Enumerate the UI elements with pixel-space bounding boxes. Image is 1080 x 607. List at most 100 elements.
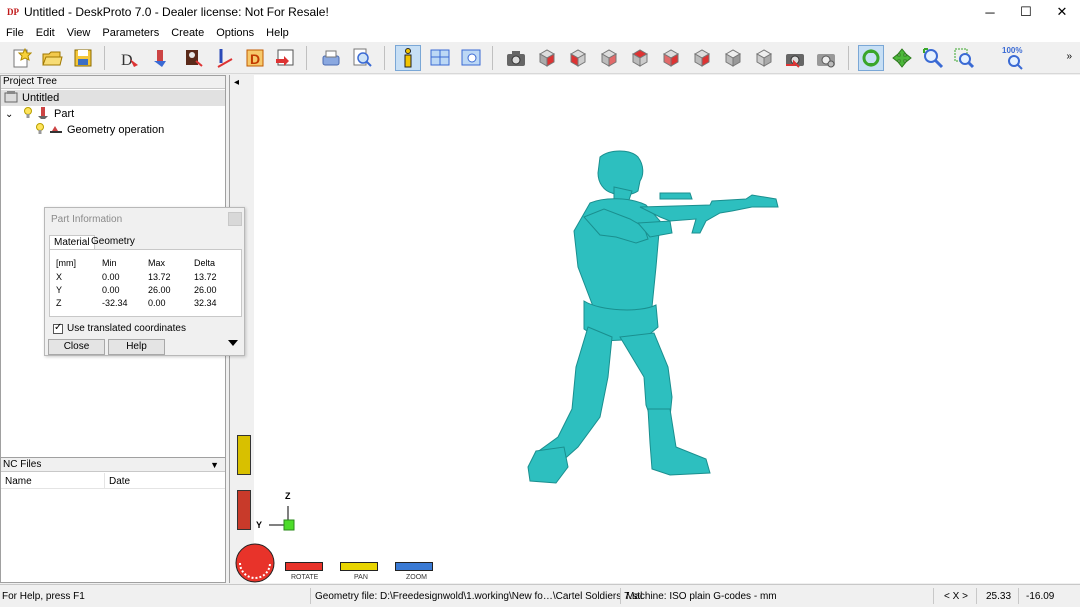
tree-label-untitled: Untitled [22,92,60,104]
rotate-label: ROTATE [291,574,319,581]
menu-help[interactable]: Help [260,27,295,39]
table-header-min: Min [102,258,117,268]
render-icon[interactable] [782,45,808,71]
menu-parameters[interactable]: Parameters [96,27,165,39]
open-project-icon[interactable] [39,45,65,71]
print-preview-icon[interactable] [349,45,375,71]
nc-col-date[interactable]: Date [105,473,130,488]
toolbar-overflow[interactable]: » [1066,51,1072,62]
view-front-icon[interactable] [565,45,591,71]
pan-slider-handle[interactable] [237,435,251,475]
minimize-button[interactable]: ─ [972,0,1008,24]
save-project-icon[interactable] [70,45,96,71]
status-coord-2: -16.09 [1026,591,1055,602]
pan-wheel[interactable] [340,562,378,571]
row-x-min: 0.00 [102,272,120,282]
part-information-icon[interactable] [395,45,421,71]
close-dialog-button[interactable]: Close [48,339,105,355]
nc-files-columns: Name Date [1,473,225,489]
zoom-100-icon[interactable]: 100% [1000,45,1028,71]
3d-viewport[interactable]: ◂ Z Y ROTATE PAN ZOOM [229,75,1080,583]
status-geometry-file: Geometry file: D:\Freedesignwold\1.worki… [315,591,643,602]
view-top-icon[interactable] [689,45,715,71]
status-axes: < X > [944,591,968,602]
expand-arrow-icon[interactable] [228,340,238,346]
toolpath-icon[interactable] [212,45,238,71]
close-button[interactable]: ✕ [1044,0,1080,24]
view-left-icon[interactable] [658,45,684,71]
axis-z-label: Z [285,491,291,501]
window-title: Untitled - DeskProto 7.0 - Dealer licens… [24,5,329,19]
import-geometry-icon[interactable]: D [116,45,142,71]
nc-col-name[interactable]: Name [1,473,105,488]
translated-coords-option[interactable]: Use translated coordinates [53,322,186,334]
view-back-icon[interactable] [627,45,653,71]
row-z-axis: Z [56,298,62,308]
rotate-slider-handle[interactable] [237,490,251,530]
operation-parameters-icon[interactable] [180,45,206,71]
rotate-wheel[interactable] [285,562,323,571]
svg-text:D: D [250,51,260,67]
screenshot-icon[interactable] [503,45,529,71]
zoom-window-icon[interactable] [951,45,977,71]
view-bottom-icon[interactable] [720,45,746,71]
create-nc-icon[interactable]: D [242,45,268,71]
project-tree-header: Project Tree [1,76,225,89]
menu-options[interactable]: Options [210,27,260,39]
part-parameters-icon[interactable] [148,45,174,71]
row-x-max: 13.72 [148,272,171,282]
nc-files-title: NC Files [3,459,42,470]
table-header-max: Max [148,258,166,268]
rotate-dial-icon[interactable] [234,541,278,583]
collapse-arrow[interactable]: ◂ [234,77,239,88]
soldier-model [527,150,779,484]
pan-label: PAN [354,574,368,581]
tree-label-operation: Geometry operation [67,124,165,136]
print-icon[interactable] [318,45,344,71]
dialog-close-icon[interactable] [228,212,242,226]
axis-y-label: Y [256,520,263,530]
title-bar: DP Untitled - DeskProto 7.0 - Dealer lic… [0,0,1080,24]
lightbulb-icon[interactable] [35,122,45,138]
row-z-min: -32.34 [102,298,128,308]
menu-view[interactable]: View [61,27,97,39]
nc-files-dropdown-arrow[interactable]: ▼ [210,458,219,472]
tree-item-operation[interactable]: Geometry operation [35,122,164,138]
status-bar: For Help, press F1 Geometry file: D:\Fre… [0,584,1080,607]
save-nc-icon[interactable] [272,45,298,71]
menu-bar: File Edit View Parameters Create Options… [0,24,1080,42]
zoom-label: ZOOM [406,574,427,581]
zoom-wheel[interactable] [395,562,433,571]
view-right-icon[interactable] [596,45,622,71]
dialog-title: Part Information [51,214,123,225]
menu-create[interactable]: Create [165,27,210,39]
zoom-view-icon[interactable] [920,45,946,71]
chevron-down-icon[interactable]: ⌄ [5,109,17,120]
row-y-delta: 26.00 [194,285,217,295]
pan-view-icon[interactable] [889,45,915,71]
view-iso-icon[interactable] [534,45,560,71]
main-toolbar: D D 100% » [0,42,1080,74]
layout-icon[interactable] [427,45,453,71]
translated-coords-checkbox[interactable] [53,322,63,334]
view-solid-icon[interactable] [751,45,777,71]
table-header-delta: Delta [194,258,216,268]
operation-icon [49,123,63,138]
zoom-100-label: 100% [1002,46,1022,55]
rotate-view-icon[interactable] [858,45,884,71]
tree-label-part: Part [54,108,75,120]
new-project-icon[interactable] [8,45,34,71]
lightbulb-icon[interactable] [23,106,33,122]
row-y-axis: Y [56,285,63,295]
tree-item-part[interactable]: ⌄ Part [5,106,74,122]
tab-geometry[interactable]: Geometry [87,235,139,249]
tree-item-untitled[interactable]: Untitled [1,90,225,106]
help-button[interactable]: Help [108,339,165,355]
view-window-icon[interactable] [458,45,484,71]
render-settings-icon[interactable] [813,45,839,71]
menu-edit[interactable]: Edit [30,27,61,39]
dialog-table: [mm] Min Max Delta X 0.00 13.72 13.72 Y … [49,249,242,317]
status-machine: Machine: ISO plain G-codes - mm [626,591,777,602]
maximize-button[interactable]: ☐ [1008,0,1044,24]
menu-file[interactable]: File [0,27,30,39]
